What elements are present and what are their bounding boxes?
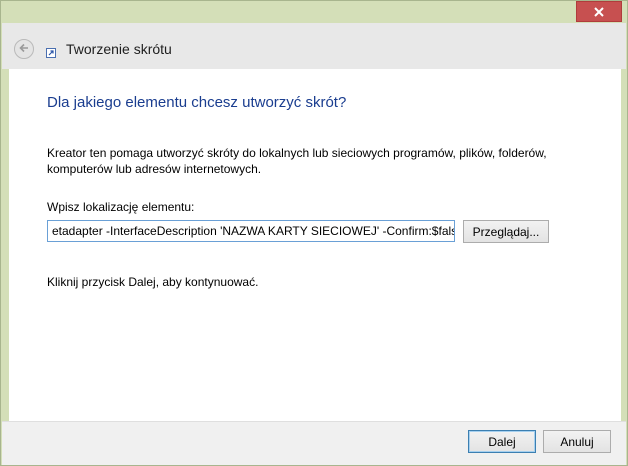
wizard-footer: Dalej Anuluj (2, 421, 626, 465)
wizard-content: Dla jakiego elementu chcesz utworzyć skr… (9, 69, 621, 421)
shortcut-icon (46, 47, 56, 58)
back-button[interactable] (14, 39, 34, 59)
wizard-header: Tworzenie skrótu (2, 23, 626, 69)
close-button[interactable] (576, 1, 622, 22)
window-title: Tworzenie skrótu (66, 41, 172, 57)
close-icon (594, 6, 604, 17)
next-button[interactable]: Dalej (468, 430, 536, 453)
browse-button[interactable]: Przeglądaj... (463, 220, 549, 243)
page-heading: Dla jakiego elementu chcesz utworzyć skr… (47, 94, 347, 111)
location-label: Wpisz lokalizację elementu: (47, 200, 195, 214)
wizard-window: Tworzenie skrótu Dla jakiego elementu ch… (0, 0, 628, 466)
continue-hint: Kliknij przycisk Dalej, aby kontynuować. (47, 275, 259, 289)
wizard-description: Kreator ten pomaga utworzyć skróty do lo… (47, 146, 547, 176)
browse-button-label: Przeglądaj... (472, 224, 540, 239)
back-arrow-icon (18, 42, 30, 57)
cancel-button[interactable]: Anuluj (543, 430, 611, 453)
location-input[interactable]: etadapter -InterfaceDescription 'NAZWA K… (47, 220, 455, 242)
next-button-label: Dalej (488, 434, 516, 449)
cancel-button-label: Anuluj (560, 434, 594, 449)
